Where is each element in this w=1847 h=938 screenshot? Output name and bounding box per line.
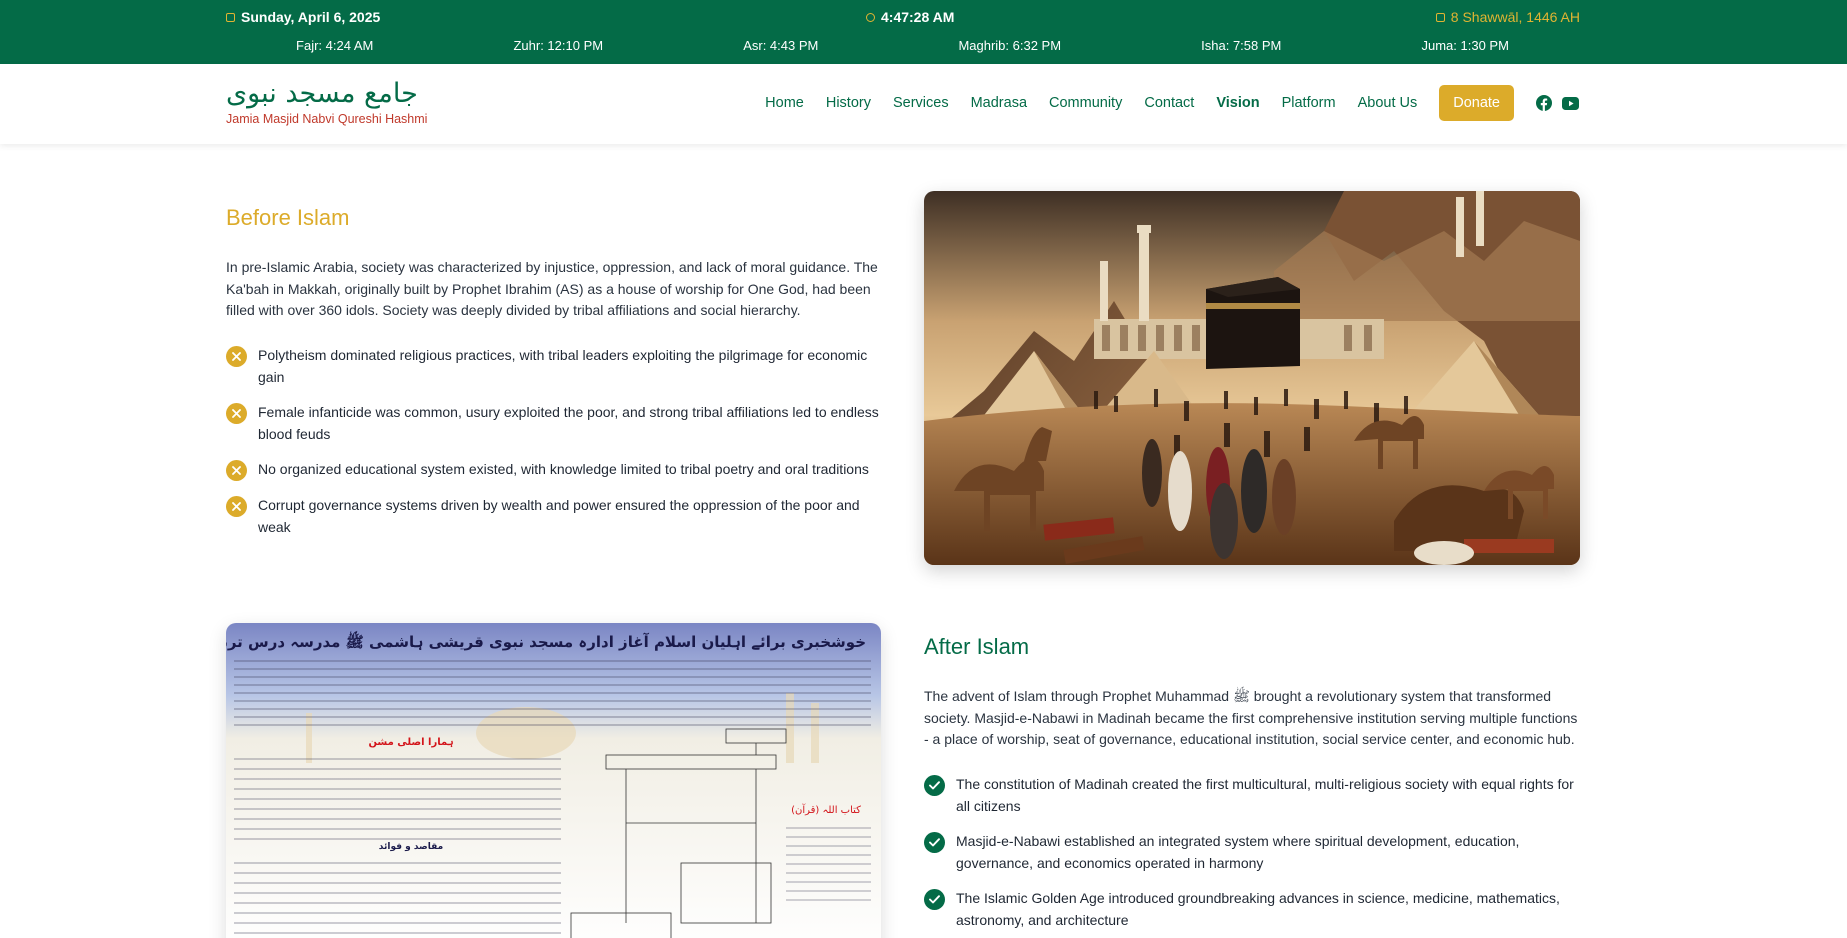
x-circle-icon: [226, 495, 247, 517]
before-islam-paragraph: In pre-Islamic Arabia, society was chara…: [226, 259, 878, 318]
facebook-icon[interactable]: [1536, 95, 1552, 111]
brand-english-name: Jamia Masjid Nabvi Qureshi Hashmi: [226, 112, 428, 126]
after-islam-section: After Islam The advent of Islam through …: [924, 634, 1580, 938]
list-item: Female infanticide was common, usury exp…: [226, 401, 880, 445]
list-item: No organized educational system existed,…: [226, 458, 880, 481]
before-islam-section: Before Islam In pre-Islamic Arabia, soci…: [226, 205, 880, 551]
poster-book-label: کتاب اللہ (قرآن): [791, 803, 861, 816]
poster-headline: خوشخبری برائے اہلیان اسلام آغاز ادارہ مس…: [226, 630, 866, 652]
list-item: The Islamic Golden Age introduced ground…: [924, 887, 1580, 931]
list-item: Polytheism dominated religious practices…: [226, 344, 880, 388]
after-islam-points: The constitution of Madinah created the …: [924, 773, 1580, 931]
after-islam-paragraph: The advent of Islam through Prophet Muha…: [924, 688, 1578, 747]
list-item: Masjid-e-Nabawi established an integrate…: [924, 830, 1580, 874]
nav-vision[interactable]: Vision: [1216, 95, 1259, 111]
point-text: Female infanticide was common, usury exp…: [258, 403, 879, 442]
prayer-asr: Asr: 4:43 PM: [743, 38, 819, 53]
donate-button[interactable]: Donate: [1439, 85, 1514, 121]
nav-history[interactable]: History: [826, 95, 871, 111]
main-navigation: Home History Services Madrasa Community …: [743, 85, 1579, 121]
before-islam-points: Polytheism dominated religious practices…: [226, 344, 880, 538]
site-header: جامع مسجد نبوی Jamia Masjid Nabvi Quresh…: [0, 64, 1847, 144]
nav-contact[interactable]: Contact: [1144, 95, 1194, 111]
list-item: The constitution of Madinah created the …: [924, 773, 1580, 817]
poster-purpose-label: مقاصد و فوائد: [379, 842, 443, 852]
point-text: The Islamic Golden Age introduced ground…: [956, 889, 1560, 928]
prayer-isha: Isha: 7:58 PM: [1201, 38, 1282, 53]
nav-community[interactable]: Community: [1049, 95, 1122, 111]
prayer-fajr: Fajr: 4:24 AM: [296, 38, 374, 53]
current-time: 4:47:28 AM: [866, 9, 954, 25]
brand-logo[interactable]: جامع مسجد نبوی Jamia Masjid Nabvi Quresh…: [226, 78, 427, 126]
brand-urdu-name: جامع مسجد نبوی: [226, 78, 418, 109]
prayer-juma: Juma: 1:30 PM: [1421, 38, 1509, 53]
nav-madrasa[interactable]: Madrasa: [971, 95, 1027, 111]
point-text: Masjid-e-Nabawi established an integrate…: [956, 832, 1520, 871]
x-circle-icon: [226, 459, 247, 481]
hijri-text: 8 Shawwāl, 1446 AH: [1450, 9, 1580, 25]
after-islam-title: After Islam: [924, 634, 1030, 659]
poster-mission-label: ہمارا اصلی مشن: [368, 737, 453, 748]
nav-platform[interactable]: Platform: [1282, 95, 1336, 111]
time-text: 4:47:28 AM: [881, 9, 955, 25]
prayer-maghrib: Maghrib: 6:32 PM: [958, 38, 1062, 53]
point-text: Polytheism dominated religious practices…: [258, 346, 868, 385]
madrasa-urdu-poster-image: خوشخبری برائے اہلیان اسلام آغاز ادارہ مس…: [226, 623, 881, 938]
nav-services[interactable]: Services: [893, 95, 949, 111]
pre-islamic-kaaba-image: [924, 191, 1580, 565]
list-item: Corrupt governance systems driven by wea…: [226, 494, 880, 538]
hijri-date: 8 Shawwāl, 1446 AH: [1435, 9, 1580, 25]
moon-calendar-icon: [1435, 12, 1445, 22]
clock-icon: [866, 12, 875, 22]
point-text: The constitution of Madinah created the …: [956, 775, 1574, 814]
point-text: Corrupt governance systems driven by wea…: [258, 496, 860, 535]
x-circle-icon: [226, 345, 247, 367]
current-date: Sunday, April 6, 2025: [226, 9, 380, 25]
date-text: Sunday, April 6, 2025: [241, 9, 381, 25]
check-circle-icon: [924, 888, 945, 910]
point-text: No organized educational system existed,…: [258, 460, 869, 477]
check-circle-icon: [924, 774, 945, 796]
calendar-icon: [226, 12, 235, 22]
prayer-zuhr: Zuhr: 12:10 PM: [513, 38, 604, 53]
nav-home[interactable]: Home: [765, 95, 804, 111]
x-circle-icon: [226, 402, 247, 424]
youtube-icon[interactable]: [1562, 96, 1579, 110]
check-circle-icon: [924, 831, 945, 853]
prayer-times-bar: Sunday, April 6, 2025 4:47:28 AM 8 Shaww…: [0, 0, 1847, 64]
social-links: [1536, 95, 1579, 111]
before-islam-title: Before Islam: [226, 205, 350, 230]
nav-about-us[interactable]: About Us: [1358, 95, 1418, 111]
